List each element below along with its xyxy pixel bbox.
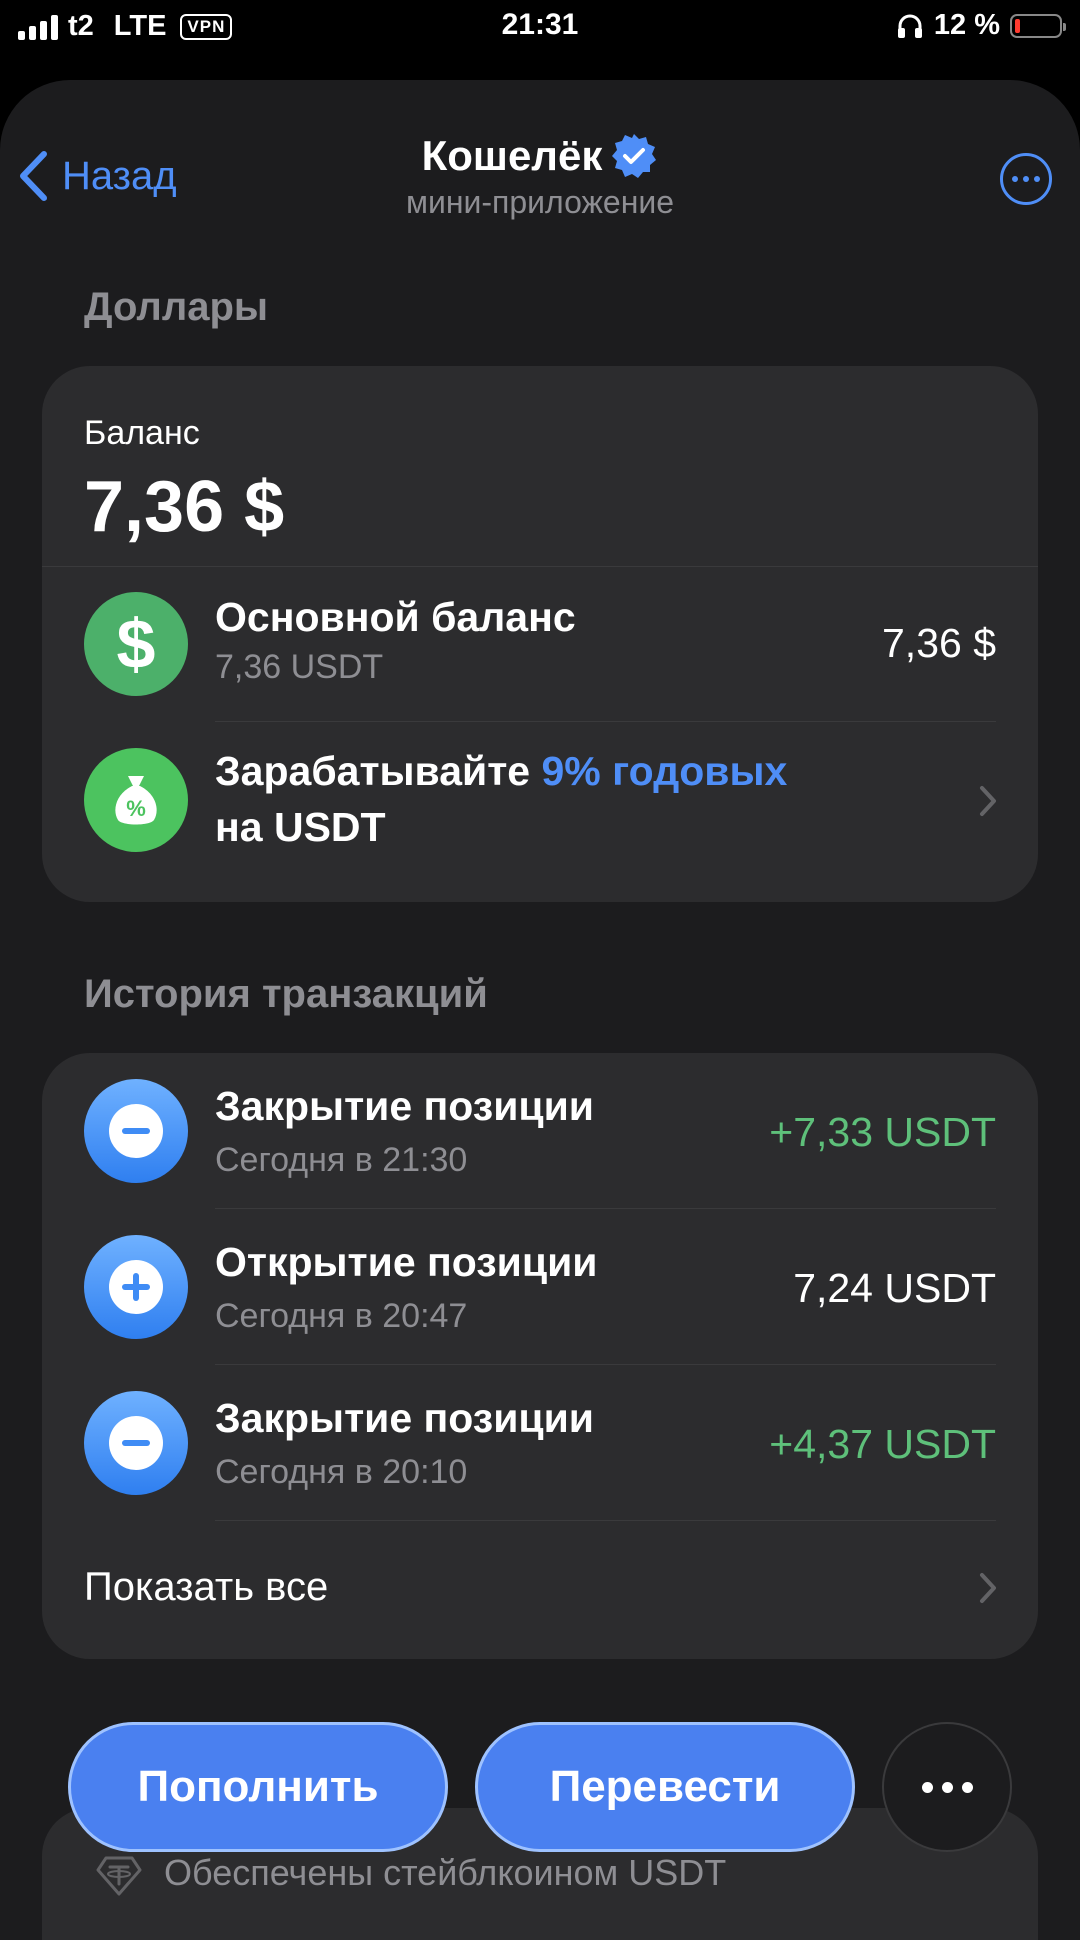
transaction-title: Закрытие позиции — [215, 1083, 595, 1129]
status-bar: t2 LTE VPN 21:31 12 % — [0, 0, 1080, 56]
battery-icon — [1010, 13, 1066, 38]
earn-prefix: Зарабатывайте — [215, 748, 542, 794]
transfer-button[interactable]: Перевести — [475, 1722, 855, 1852]
show-all-row[interactable]: Показать все — [42, 1521, 1038, 1659]
transaction-row[interactable]: Закрытие позиции Сегодня в 21:30 +7,33 U… — [42, 1053, 1038, 1209]
earn-line2: на USDT — [215, 804, 386, 850]
balance-value: 7,36 $ — [84, 467, 285, 547]
transaction-title: Закрытие позиции — [215, 1395, 595, 1441]
balance-label: Баланс — [84, 414, 200, 452]
page-subtitle: мини-приложение — [405, 184, 675, 220]
section-title-dollars: Доллары — [84, 285, 269, 329]
chevron-right-icon — [980, 1573, 996, 1603]
transaction-time: Сегодня в 21:30 — [215, 1141, 468, 1179]
show-all-label: Показать все — [84, 1565, 329, 1609]
info-text: Обеспечены стейблкоином USDT — [164, 1852, 727, 1893]
page-title: Кошелёк — [421, 132, 603, 179]
more-actions-button[interactable] — [882, 1722, 1012, 1852]
battery-percent: 12 % — [933, 9, 1000, 41]
transaction-title: Открытие позиции — [215, 1239, 598, 1285]
more-horizontal-icon — [1012, 176, 1018, 182]
plus-circle-icon — [84, 1235, 188, 1339]
more-horizontal-icon — [921, 1781, 933, 1793]
transaction-time: Сегодня в 20:47 — [215, 1297, 468, 1335]
mini-app-sheet: Назад Кошелёк мини-приложение Доллары Ба… — [0, 80, 1080, 1940]
minus-circle-icon — [84, 1079, 188, 1183]
main-balance-subtitle: 7,36 USDT — [215, 648, 384, 686]
history-card: Закрытие позиции Сегодня в 21:30 +7,33 U… — [42, 1053, 1038, 1659]
main-balance-title: Основной баланс — [215, 594, 576, 640]
main-balance-amount: 7,36 $ — [882, 620, 996, 666]
earn-row[interactable]: % Зарабатывайте 9% годовых на USDT — [42, 722, 1038, 902]
earn-title: Зарабатывайте 9% годовых — [215, 748, 787, 795]
headphones-icon — [897, 14, 922, 38]
verified-badge-icon — [612, 134, 657, 178]
tether-icon — [96, 1856, 142, 1896]
transaction-time: Сегодня в 20:10 — [215, 1453, 468, 1491]
nav-title-block: Кошелёк мини-приложение — [0, 132, 1080, 221]
minus-circle-icon — [84, 1391, 188, 1495]
earn-highlight[interactable]: 9% годовых — [542, 748, 788, 794]
main-balance-row[interactable]: $ Основной баланс 7,36 USDT 7,36 $ — [42, 566, 1038, 722]
deposit-button[interactable]: Пополнить — [68, 1722, 448, 1852]
dollar-icon: $ — [84, 592, 188, 696]
money-bag-percent-icon: % — [84, 748, 188, 852]
transaction-row[interactable]: Открытие позиции Сегодня в 20:47 7,24 US… — [42, 1209, 1038, 1365]
nav-bar: Назад Кошелёк мини-приложение — [0, 80, 1080, 230]
transaction-row[interactable]: Закрытие позиции Сегодня в 20:10 +4,37 U… — [42, 1365, 1038, 1521]
dollars-card: Баланс 7,36 $ $ Основной баланс 7,36 USD… — [42, 366, 1038, 902]
svg-text:%: % — [126, 796, 146, 821]
transaction-amount: +7,33 USDT — [769, 1109, 996, 1155]
chevron-right-icon — [980, 786, 996, 816]
transaction-amount: +4,37 USDT — [769, 1421, 996, 1467]
section-title-history: История транзакций — [84, 972, 488, 1016]
more-options-button[interactable] — [1000, 153, 1052, 205]
transaction-amount: 7,24 USDT — [793, 1265, 996, 1311]
